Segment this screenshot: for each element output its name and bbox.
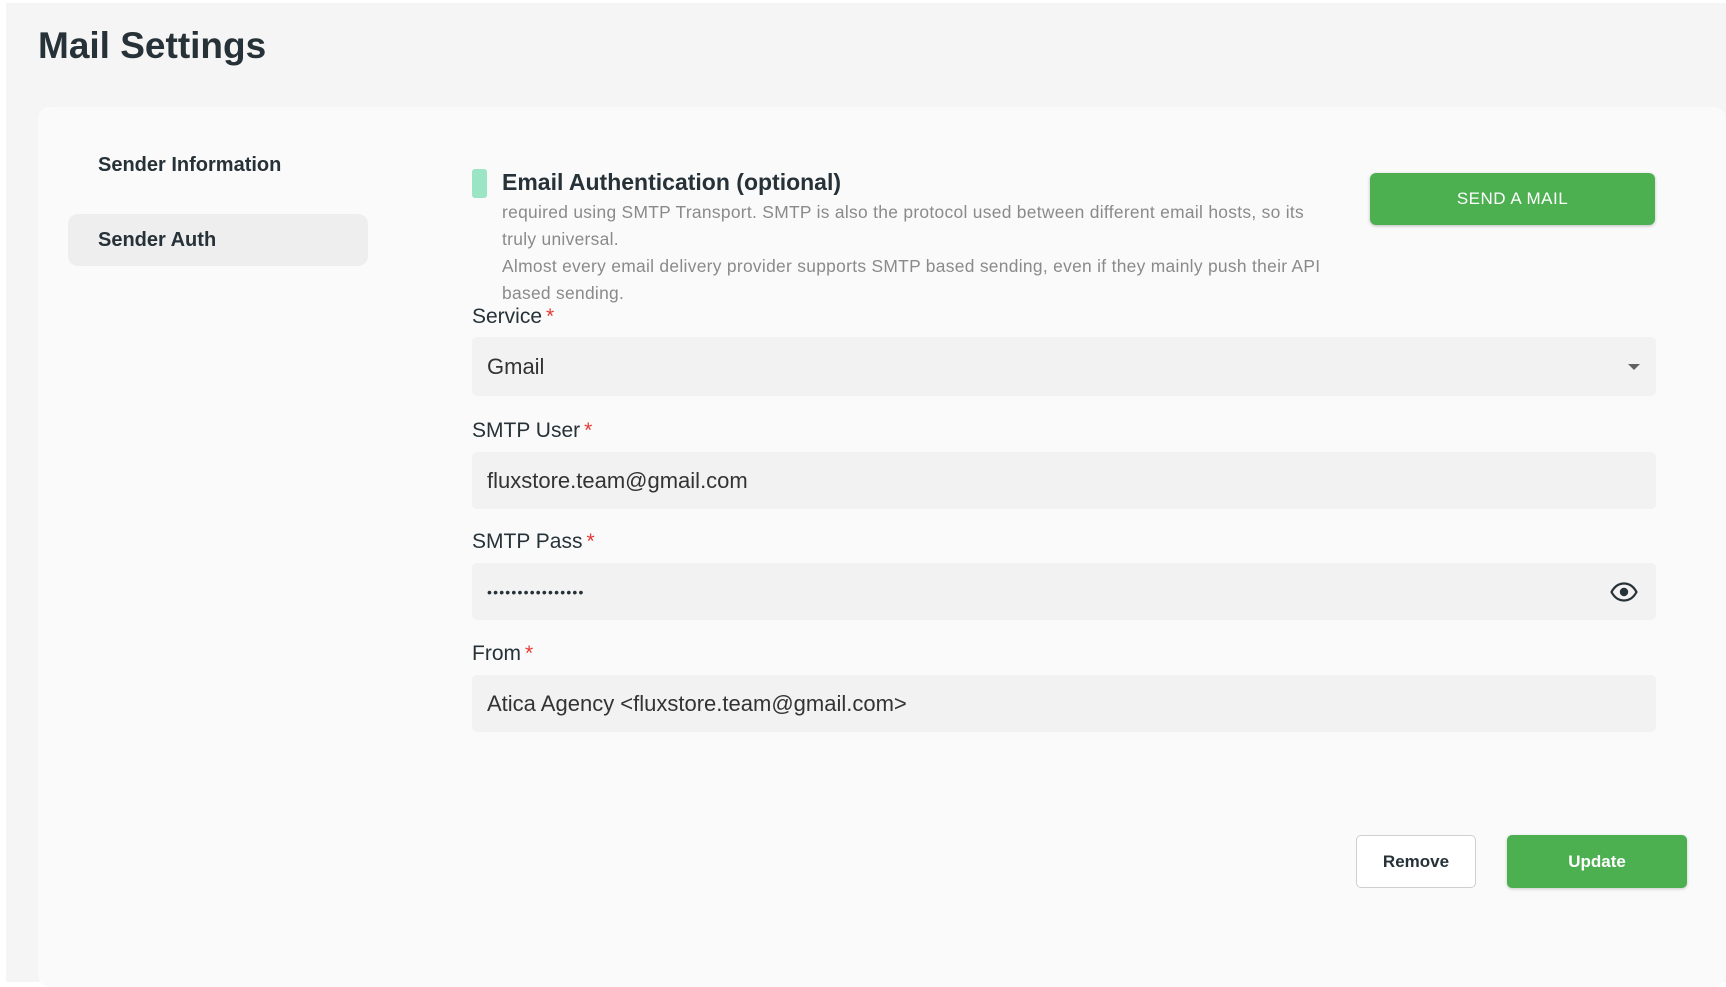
smtp-pass-label-text: SMTP Pass [472,530,583,553]
service-value: Gmail [487,353,545,379]
caret-down-icon[interactable] [1628,363,1640,370]
service-label-text: Service [472,305,543,328]
from-label-text: From [472,642,521,665]
section-marker [472,169,487,198]
settings-card: Sender Information Sender Auth Email Aut… [38,107,1726,987]
required-mark: * [586,530,595,553]
service-select[interactable]: Gmail [472,337,1656,396]
remove-button[interactable]: Remove [1356,835,1476,888]
section-description: required using SMTP Transport. SMTP is a… [502,199,1342,307]
from-input[interactable]: Atica Agency <fluxstore.team@gmail.com> [472,675,1656,732]
sidebar-item-label: Sender Auth [98,228,217,251]
sidebar-item-label: Sender Information [98,153,282,176]
page-title: Mail Settings [38,25,267,66]
mail-settings-page: Mail Settings Sender Information Sender … [6,3,1726,987]
section-title: Email Authentication (optional) [502,169,842,195]
required-mark: * [546,305,555,328]
from-label: From * [472,642,533,666]
description-paragraph-2: Almost every email delivery provider sup… [502,256,1321,303]
description-paragraph-1: required using SMTP Transport. SMTP is a… [502,202,1305,249]
smtp-pass-label: SMTP Pass * [472,530,595,554]
from-value: Atica Agency <fluxstore.team@gmail.com> [487,690,907,716]
smtp-user-label-text: SMTP User [472,419,581,442]
smtp-user-value: fluxstore.team@gmail.com [487,467,748,493]
smtp-user-input[interactable]: fluxstore.team@gmail.com [472,452,1656,509]
update-button[interactable]: Update [1507,835,1687,888]
eye-icon[interactable] [1610,581,1638,602]
required-mark: * [525,642,534,665]
service-label: Service * [472,305,554,329]
required-mark: * [584,419,593,442]
smtp-pass-value: •••••••••••••••• [487,583,585,600]
smtp-user-label: SMTP User * [472,419,592,443]
sidebar-item-sender-auth[interactable]: Sender Auth [68,214,368,266]
send-a-mail-button[interactable]: SEND A MAIL [1370,173,1655,225]
sidebar-item-sender-information[interactable]: Sender Information [68,139,368,191]
smtp-pass-input[interactable]: •••••••••••••••• [472,563,1656,620]
